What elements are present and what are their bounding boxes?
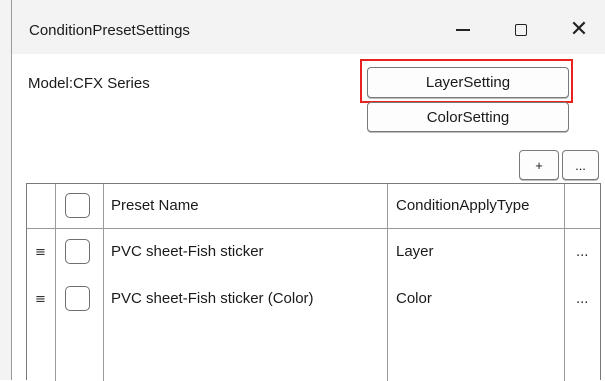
minimize-icon [456, 29, 470, 31]
maximize-button[interactable] [498, 10, 544, 50]
model-label: Model:CFX Series [28, 75, 150, 92]
apply-type-cell: Color [396, 290, 432, 307]
preset-name-cell: PVC sheet-Fish sticker (Color) [111, 290, 314, 307]
close-icon: ✕ [569, 17, 589, 42]
row-checkbox[interactable] [65, 239, 90, 264]
add-preset-button[interactable]: + [519, 150, 559, 180]
drag-handle-icon[interactable]: ≡ [35, 292, 46, 307]
more-options-button[interactable]: ... [562, 150, 599, 180]
column-header-preset-name[interactable]: Preset Name [111, 197, 199, 214]
preset-name-cell: PVC sheet-Fish sticker [111, 243, 264, 260]
preset-table: Preset Name ConditionApplyType ≡ PVC she… [26, 183, 601, 381]
drag-handle-icon[interactable]: ≡ [35, 245, 46, 260]
apply-type-cell: Layer [396, 243, 434, 260]
window-title: ConditionPresetSettings [29, 22, 190, 39]
close-button[interactable]: ✕ [556, 10, 602, 50]
maximize-icon [515, 24, 527, 36]
title-bar: ConditionPresetSettings ✕ [12, 0, 605, 54]
table-header-row: Preset Name ConditionApplyType [27, 184, 600, 229]
select-all-checkbox[interactable] [65, 193, 90, 218]
minimize-button[interactable] [440, 10, 486, 50]
column-header-condition-apply-type[interactable]: ConditionApplyType [396, 197, 529, 214]
row-options-button[interactable]: ... [576, 245, 588, 260]
condition-preset-settings-window: ConditionPresetSettings ✕ Model:CFX Seri… [0, 0, 605, 381]
color-setting-button[interactable]: ColorSetting [367, 102, 569, 132]
layer-setting-highlight [360, 59, 573, 103]
content-area: Model:CFX Series LayerSetting ColorSetti… [12, 54, 605, 381]
row-options-button[interactable]: ... [576, 292, 588, 307]
row-checkbox[interactable] [65, 286, 90, 311]
